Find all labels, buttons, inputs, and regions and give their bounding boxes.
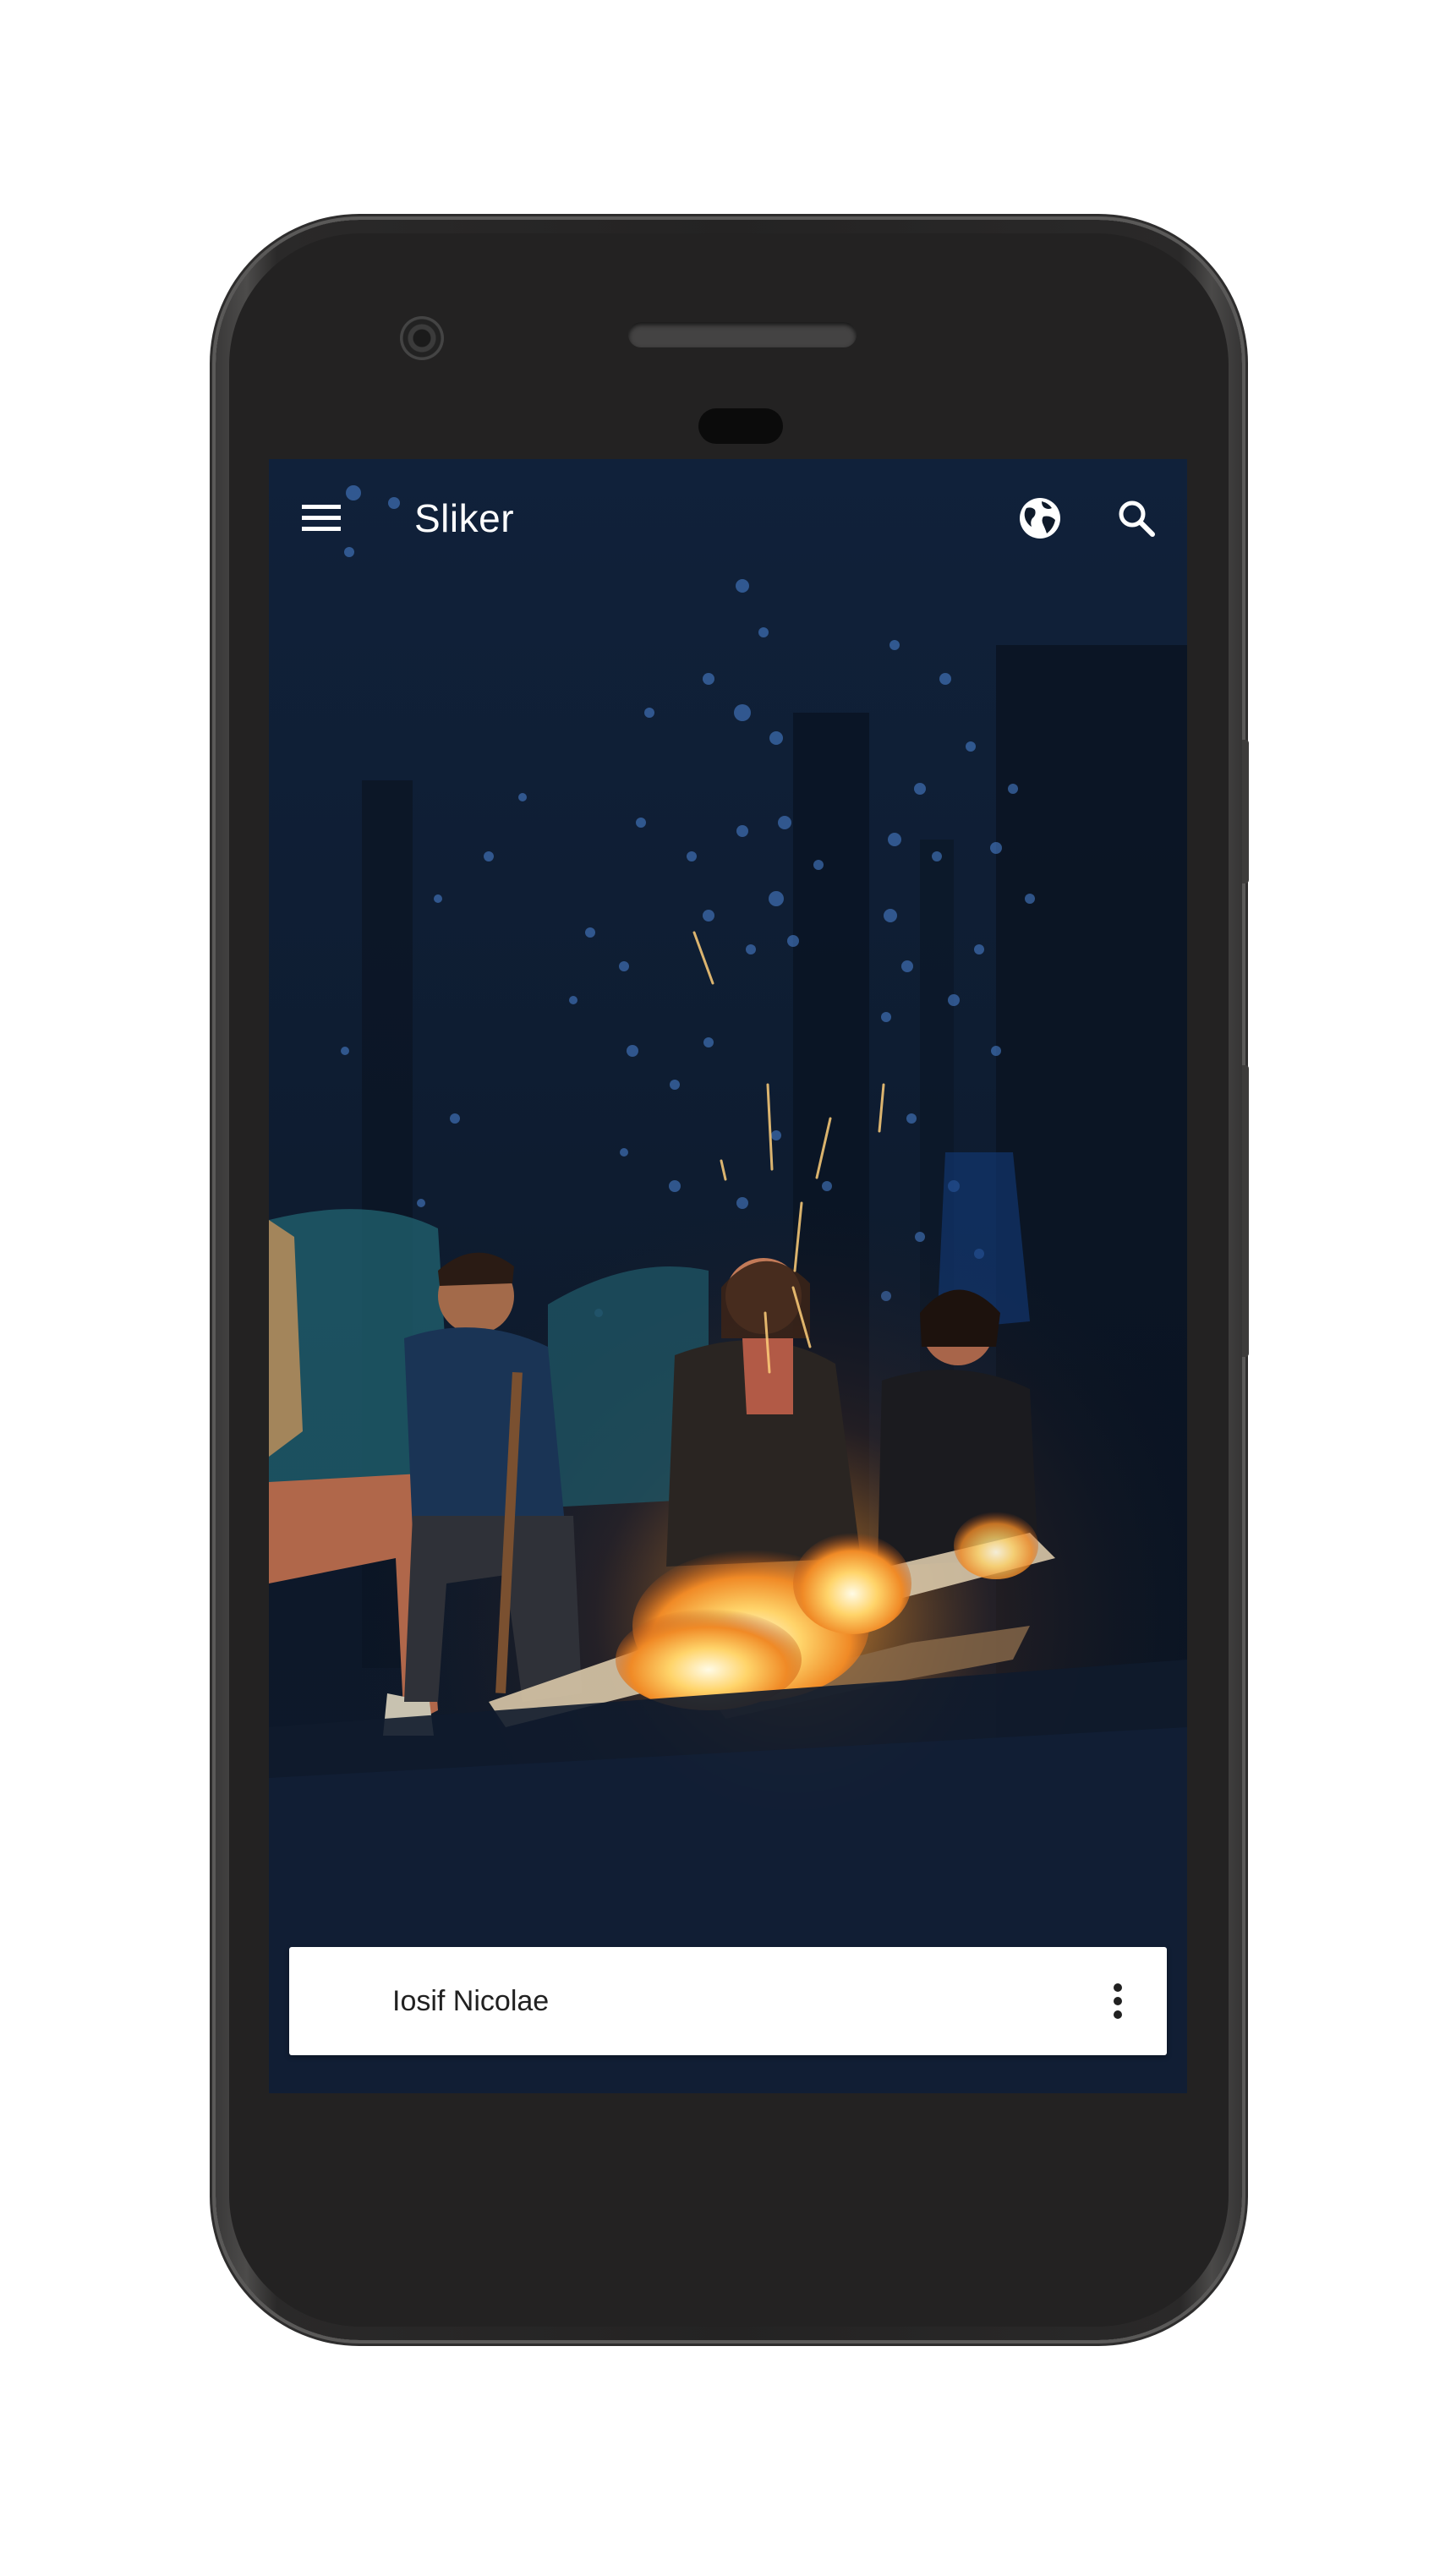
volume-button (1242, 1065, 1249, 1357)
device-mockup: Sliker Iosif Nicolae (0, 0, 1456, 2576)
author-name: Iosif Nicolae (392, 1985, 550, 2017)
hamburger-menu-icon[interactable] (291, 488, 352, 549)
more-vert-icon[interactable] (1087, 1971, 1148, 2032)
campfire-photo (269, 459, 1187, 2093)
app-title: Sliker (414, 496, 515, 540)
power-button (1242, 740, 1249, 883)
front-camera (400, 316, 444, 360)
search-icon[interactable] (1106, 488, 1167, 549)
proximity-sensor (698, 408, 783, 444)
app-toolbar: Sliker (269, 459, 1187, 577)
app-screen: Sliker Iosif Nicolae (269, 459, 1187, 2093)
earpiece-speaker (628, 322, 857, 347)
globe-icon[interactable] (1010, 488, 1070, 549)
photo-author-card[interactable]: Iosif Nicolae (289, 1947, 1167, 2055)
